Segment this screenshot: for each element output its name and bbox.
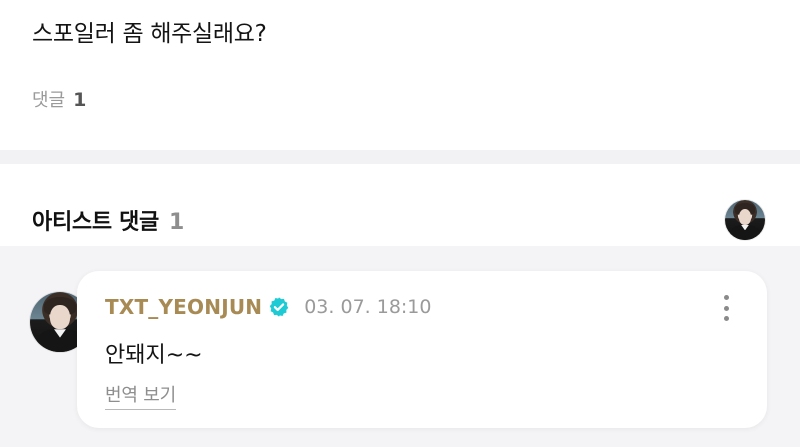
comment-count-number: 1 <box>73 89 87 111</box>
section-divider <box>0 150 800 164</box>
comment-card: TXT_YEONJUN 03. 07. 18:10 안돼지~~ 번역 보기 <box>77 271 767 428</box>
comment-author-name[interactable]: TXT_YEONJUN <box>105 295 262 319</box>
artist-avatar[interactable] <box>725 200 765 240</box>
comment-count-button[interactable]: 댓글 1 <box>32 86 86 112</box>
comment-count-label: 댓글 <box>32 90 66 111</box>
comment-date: 03. 07. 18:10 <box>304 296 432 318</box>
translate-button[interactable]: 번역 보기 <box>105 381 176 410</box>
artist-comments-count: 1 <box>169 210 185 235</box>
post-text: 스포일러 좀 해주실래요? <box>32 21 267 47</box>
artist-comments-header: 아티스트 댓글 1 <box>0 164 800 246</box>
artist-comments-title-row: 아티스트 댓글 1 <box>32 204 184 236</box>
post-section: 스포일러 좀 해주실래요? 댓글 1 <box>0 0 800 150</box>
verified-badge-icon <box>268 296 290 318</box>
comment-meta: TXT_YEONJUN 03. 07. 18:10 <box>105 295 432 319</box>
artist-comments-title: 아티스트 댓글 <box>32 210 159 235</box>
more-vertical-icon[interactable] <box>719 295 733 321</box>
comment-body: 안돼지~~ <box>105 343 203 368</box>
